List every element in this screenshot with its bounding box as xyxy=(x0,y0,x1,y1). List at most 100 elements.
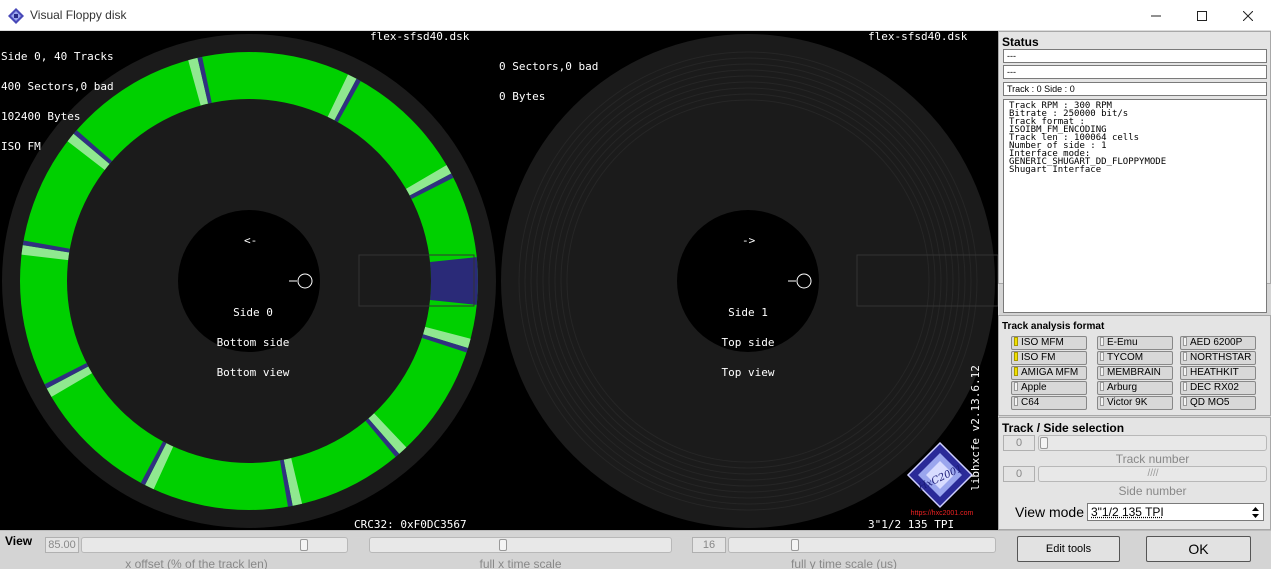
format-label: MEMBRAIN xyxy=(1107,367,1161,378)
slider-thumb[interactable] xyxy=(300,539,308,551)
format-label: Apple xyxy=(1021,382,1047,393)
format-label: E-Emu xyxy=(1107,337,1138,348)
format-label: HEATHKIT xyxy=(1190,367,1239,378)
format-toggle[interactable]: DEC RX02 xyxy=(1180,381,1256,395)
slider-grip-icon[interactable]: //// xyxy=(1123,468,1183,480)
visual-floppy-window: Visual Floppy disk HxC2001 https://hxc20… xyxy=(0,0,1271,569)
close-button[interactable] xyxy=(1225,0,1271,31)
index-region xyxy=(430,257,478,305)
track-info-box: Track RPM : 300 RPM Bitrate : 250000 bit… xyxy=(1003,99,1267,313)
floppy-app-icon xyxy=(8,8,24,24)
format-toggle[interactable]: ISO MFM xyxy=(1011,336,1087,350)
y-time-field[interactable]: 16 xyxy=(692,537,726,553)
format-toggle[interactable]: ISO FM xyxy=(1011,351,1087,365)
title-bar: Visual Floppy disk xyxy=(0,0,1271,31)
format-toggle[interactable]: AED 6200P xyxy=(1180,336,1256,350)
rotation-arrow-left: <- xyxy=(244,234,258,247)
side-number-slider[interactable]: //// xyxy=(1038,466,1267,482)
logo-url: https://hxc2001.com xyxy=(911,510,974,517)
format-toggle[interactable]: NORTHSTAR xyxy=(1180,351,1256,365)
info-tracks: Side 0, 40 Tracks xyxy=(1,50,114,63)
x-time-caption: full x time scale xyxy=(479,557,562,569)
slider-thumb[interactable] xyxy=(499,539,507,551)
x-offset-caption: x offset (% of the track len) xyxy=(125,557,268,569)
unchecked-box-icon xyxy=(1183,397,1187,406)
checked-box-icon xyxy=(1014,337,1018,346)
format-toggle[interactable]: TYCOM xyxy=(1097,351,1173,365)
side0-label: Side 0 Bottom side Bottom view xyxy=(199,288,307,398)
x-offset-field[interactable]: 85.00 xyxy=(45,537,79,553)
status-line-1: --- xyxy=(1003,49,1267,63)
checked-box-icon xyxy=(1014,367,1018,376)
disk-format-readout: 3"1/2 135 TPI xyxy=(868,518,955,530)
format-toggle[interactable]: E-Emu xyxy=(1097,336,1173,350)
format-toggle[interactable]: Victor 9K xyxy=(1097,396,1173,410)
left-filename: flex-sfsd40.dsk xyxy=(370,31,470,43)
format-toggle[interactable]: MEMBRAIN xyxy=(1097,366,1173,380)
format-label: Victor 9K xyxy=(1107,397,1148,408)
slider-thumb[interactable] xyxy=(791,539,799,551)
side-number-caption: Side number xyxy=(1118,484,1187,498)
track-side-group: Track / Side selection 0 Track number 0 … xyxy=(998,417,1271,530)
track-side-title: Track / Side selection xyxy=(1002,421,1125,435)
format-toggle[interactable]: Apple xyxy=(1011,381,1087,395)
format-toggle[interactable]: QD MO5 xyxy=(1180,396,1256,410)
status-line-2: --- xyxy=(1003,65,1267,79)
view-panel: View 85.00 x offset (% of the track len)… xyxy=(0,530,1271,569)
updown-arrows-icon xyxy=(1252,507,1259,518)
track-number-slider[interactable] xyxy=(1038,435,1267,451)
status-track-side: Track : 0 Side : 0 xyxy=(1003,82,1267,96)
track-view-canvas[interactable]: HxC2001 https://hxc2001.com Side 0, 40 T… xyxy=(0,31,998,530)
minimize-button[interactable] xyxy=(1133,0,1179,31)
side1-label: Side 1 Top side Top view xyxy=(694,288,802,398)
window-title: Visual Floppy disk xyxy=(30,8,127,22)
edit-tools-button[interactable]: Edit tools xyxy=(1017,536,1120,562)
unchecked-box-icon xyxy=(1100,337,1104,346)
unchecked-box-icon xyxy=(1014,382,1018,391)
format-toggle[interactable]: AMIGA MFM xyxy=(1011,366,1087,380)
x-time-slider[interactable] xyxy=(369,537,672,553)
unchecked-box-icon xyxy=(1014,397,1018,406)
close-icon xyxy=(1243,10,1253,21)
y-time-slider[interactable] xyxy=(728,537,996,553)
format-label: NORTHSTAR xyxy=(1190,352,1252,363)
info-sectors: 400 Sectors,0 bad xyxy=(1,80,114,93)
view-mode-label: View mode xyxy=(1015,504,1085,520)
format-toggle[interactable]: Arburg xyxy=(1097,381,1173,395)
side-number-field[interactable]: 0 xyxy=(1003,466,1035,482)
slider-thumb[interactable] xyxy=(1040,437,1048,449)
x-offset-slider[interactable] xyxy=(81,537,348,553)
status-group: Status --- --- Track : 0 Side : 0 Track … xyxy=(998,31,1271,313)
format-label: Arburg xyxy=(1107,382,1138,393)
info-bytes: 102400 Bytes xyxy=(1,110,81,123)
view-name: Bottom view xyxy=(216,366,290,379)
track-analysis-title: Track analysis format xyxy=(1002,321,1105,332)
rotation-arrow-right: -> xyxy=(742,234,756,247)
library-version: libhxcfe v2.13.6.12 xyxy=(969,365,982,491)
ok-button[interactable]: OK xyxy=(1146,536,1251,562)
format-toggle[interactable]: HEATHKIT xyxy=(1180,366,1256,380)
side-number: Side 0 xyxy=(233,306,273,319)
unchecked-box-icon xyxy=(1100,382,1104,391)
unchecked-box-icon xyxy=(1183,352,1187,361)
unchecked-box-icon xyxy=(1100,352,1104,361)
view-name: Top view xyxy=(721,366,775,379)
format-label: C64 xyxy=(1021,397,1040,408)
view-mode-select[interactable]: 3"1/2 135 TPI xyxy=(1087,503,1264,521)
unchecked-box-icon xyxy=(1183,382,1187,391)
right-panel: Status --- --- Track : 0 Side : 0 Track … xyxy=(998,31,1271,530)
track-number-field[interactable]: 0 xyxy=(1003,435,1035,451)
maximize-icon xyxy=(1197,10,1207,21)
minimize-icon xyxy=(1151,15,1161,16)
right-disk-info: 0 Sectors,0 bad 0 Bytes xyxy=(499,42,598,122)
unchecked-box-icon xyxy=(1100,397,1104,406)
format-label: ISO MFM xyxy=(1021,337,1064,348)
unchecked-box-icon xyxy=(1100,367,1104,376)
format-toggle[interactable]: C64 xyxy=(1011,396,1087,410)
format-label: DEC RX02 xyxy=(1190,382,1239,393)
y-time-caption: full y time scale (us) xyxy=(790,557,898,569)
format-label: ISO FM xyxy=(1021,352,1056,363)
side-name: Bottom side xyxy=(216,336,290,349)
maximize-button[interactable] xyxy=(1179,0,1225,31)
side-name: Top side xyxy=(721,336,775,349)
